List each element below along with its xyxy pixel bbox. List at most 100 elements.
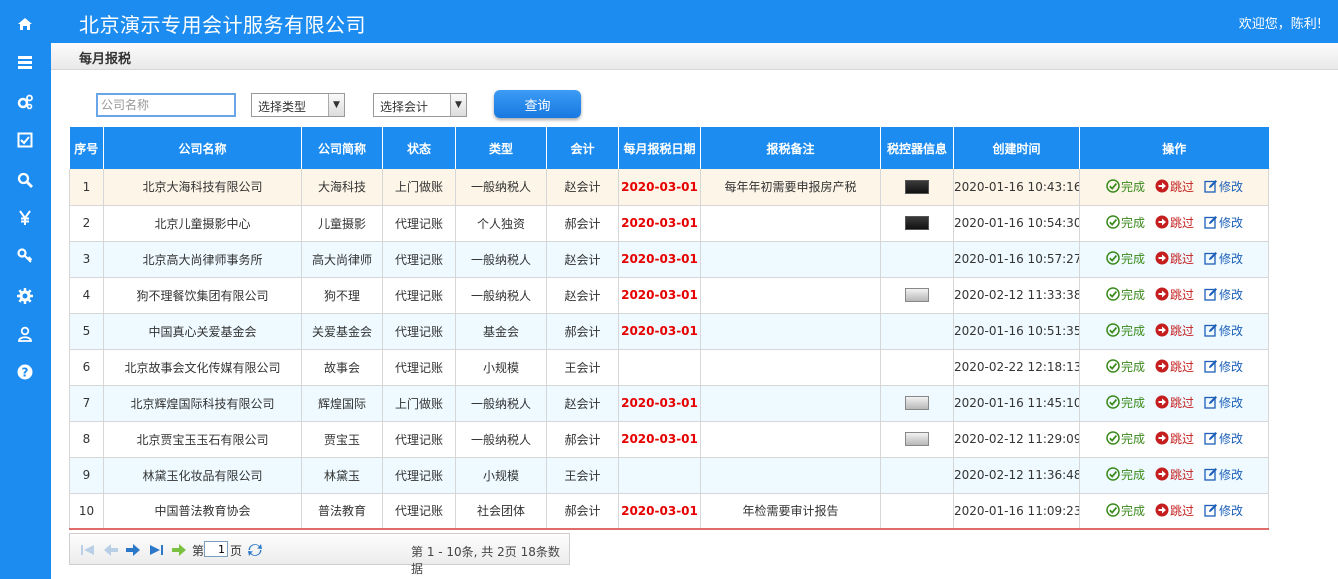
column-header: 创建时间 <box>953 127 1080 169</box>
last-page-icon[interactable] <box>148 543 164 557</box>
edit-label: 修改 <box>1219 251 1244 266</box>
page-number-input[interactable] <box>204 541 228 557</box>
complete-button[interactable]: 完成 <box>1106 286 1145 303</box>
skip-button[interactable]: 跳过 <box>1155 394 1194 411</box>
top-bar: 北京演示专用会计服务有限公司 欢迎您，陈利! <box>51 0 1338 43</box>
type-select[interactable]: 选择类型 ▼ <box>251 93 345 117</box>
company-short-cell: 大海科技 <box>301 169 383 206</box>
list-icon[interactable] <box>14 52 36 72</box>
complete-label: 完成 <box>1121 287 1146 302</box>
complete-button[interactable]: 完成 <box>1106 250 1145 267</box>
tax-device-cell <box>880 349 954 386</box>
skip-button[interactable]: 跳过 <box>1155 466 1194 483</box>
tax-note-cell: 每年年初需要申报房产税 <box>700 169 881 206</box>
chevron-down-icon[interactable]: ▼ <box>450 94 466 116</box>
key-icon[interactable] <box>14 246 36 266</box>
skip-button[interactable]: 跳过 <box>1155 322 1194 339</box>
complete-label: 完成 <box>1121 323 1146 338</box>
company-name-input[interactable] <box>96 93 236 117</box>
tax-device-image[interactable] <box>905 396 929 411</box>
arrow-circle-icon <box>1155 215 1169 229</box>
tax-note-cell <box>700 457 881 494</box>
row-number: 5 <box>69 313 104 350</box>
complete-button[interactable]: 完成 <box>1106 178 1145 195</box>
skip-button[interactable]: 跳过 <box>1155 286 1194 303</box>
tax-device-image[interactable] <box>905 432 929 447</box>
edit-button[interactable]: 修改 <box>1204 358 1243 375</box>
checklist-icon[interactable] <box>14 130 36 150</box>
skip-button[interactable]: 跳过 <box>1155 214 1194 231</box>
complete-button[interactable]: 完成 <box>1106 466 1145 483</box>
table-row[interactable]: 1 北京大海科技有限公司 大海科技 上门做账 一般纳税人 赵会计 2020-03-01 每年年… <box>69 169 1269 206</box>
company-short-cell: 普法教育 <box>301 493 383 530</box>
tax-device-image[interactable] <box>905 288 929 303</box>
skip-button[interactable]: 跳过 <box>1155 502 1194 519</box>
edit-icon <box>1204 503 1218 517</box>
tax-date-cell: 2020-03-01 <box>618 205 701 242</box>
go-page-icon[interactable] <box>171 543 187 557</box>
arrow-circle-icon <box>1155 359 1169 373</box>
yen-icon[interactable] <box>14 208 36 228</box>
edit-button[interactable]: 修改 <box>1204 430 1243 447</box>
created-time-cell: 2020-02-12 11:36:48 <box>953 457 1080 494</box>
edit-button[interactable]: 修改 <box>1204 466 1243 483</box>
edit-icon <box>1204 323 1218 337</box>
next-page-icon[interactable] <box>125 543 141 557</box>
skip-button[interactable]: 跳过 <box>1155 430 1194 447</box>
edit-button[interactable]: 修改 <box>1204 214 1243 231</box>
edit-button[interactable]: 修改 <box>1204 286 1243 303</box>
edit-button[interactable]: 修改 <box>1204 394 1243 411</box>
complete-label: 完成 <box>1121 251 1146 266</box>
edit-button[interactable]: 修改 <box>1204 250 1243 267</box>
table-row[interactable]: 3 北京高大尚律师事务所 高大尚律师 代理记账 一般纳税人 赵会计 2020-03-01 20… <box>69 241 1269 278</box>
table-row[interactable]: 2 北京儿童摄影中心 儿童摄影 代理记账 个人独资 郝会计 2020-03-01 2020-0… <box>69 205 1269 242</box>
edit-icon <box>1204 467 1218 481</box>
tax-date-cell <box>618 349 701 386</box>
table-row[interactable]: 4 狗不理餐饮集团有限公司 狗不理 代理记账 一般纳税人 赵会计 2020-03-01 202… <box>69 277 1269 314</box>
table-row[interactable]: 8 北京贾宝玉玉石有限公司 贾宝玉 代理记账 一般纳税人 郝会计 2020-03-01 202… <box>69 421 1269 458</box>
edit-icon <box>1204 251 1218 265</box>
created-time-cell: 2020-01-16 10:51:35 <box>953 313 1080 350</box>
column-header: 税控器信息 <box>880 127 954 169</box>
skip-button[interactable]: 跳过 <box>1155 250 1194 267</box>
table-row[interactable]: 9 林黛玉化妆品有限公司 林黛玉 代理记账 小规模 王会计 2020-02-12 11:36… <box>69 457 1269 494</box>
complete-button[interactable]: 完成 <box>1106 358 1145 375</box>
table-row[interactable]: 6 北京故事会文化传媒有限公司 故事会 代理记账 小规模 王会计 2020-02-22 12… <box>69 349 1269 386</box>
refresh-icon[interactable] <box>247 543 263 557</box>
complete-button[interactable]: 完成 <box>1106 430 1145 447</box>
first-page-icon[interactable] <box>80 543 96 557</box>
complete-button[interactable]: 完成 <box>1106 394 1145 411</box>
skip-button[interactable]: 跳过 <box>1155 358 1194 375</box>
skip-button[interactable]: 跳过 <box>1155 178 1194 195</box>
accountant-cell: 郝会计 <box>546 205 619 242</box>
table-row[interactable]: 5 中国真心关爱基金会 关爱基金会 代理记账 基金会 郝会计 2020-03-01 2020-… <box>69 313 1269 350</box>
complete-button[interactable]: 完成 <box>1106 322 1145 339</box>
complete-button[interactable]: 完成 <box>1106 214 1145 231</box>
row-number: 10 <box>69 493 104 530</box>
help-icon[interactable]: ? <box>14 362 36 382</box>
company-name: 北京演示专用会计服务有限公司 <box>79 13 366 37</box>
user-icon[interactable] <box>14 324 36 344</box>
tax-device-image[interactable] <box>905 180 929 194</box>
edit-icon <box>1204 359 1218 373</box>
gear-icon[interactable] <box>14 286 36 306</box>
created-time-cell: 2020-02-12 11:33:38 <box>953 277 1080 314</box>
company-name-cell: 北京高大尚律师事务所 <box>103 241 302 278</box>
tax-device-image[interactable] <box>905 216 929 231</box>
edit-button[interactable]: 修改 <box>1204 502 1243 519</box>
table-row[interactable]: 10 中国普法教育协会 普法教育 代理记账 社会团体 郝会计 2020-03-01 年检需要审… <box>69 493 1269 530</box>
search-icon[interactable] <box>14 170 36 190</box>
home-icon[interactable] <box>14 14 36 34</box>
prev-page-icon[interactable] <box>103 543 119 557</box>
chevron-down-icon[interactable]: ▼ <box>328 94 344 116</box>
arrow-circle-icon <box>1155 251 1169 265</box>
table-row[interactable]: 7 北京辉煌国际科技有限公司 辉煌国际 上门做账 一般纳税人 赵会计 2020-03-01 2… <box>69 385 1269 422</box>
edit-button[interactable]: 修改 <box>1204 178 1243 195</box>
query-button[interactable]: 查询 <box>494 90 581 118</box>
tax-device-cell <box>880 421 954 458</box>
accountant-select[interactable]: 选择会计 ▼ <box>373 93 467 117</box>
edit-button[interactable]: 修改 <box>1204 322 1243 339</box>
row-number: 7 <box>69 385 104 422</box>
complete-button[interactable]: 完成 <box>1106 502 1145 519</box>
edit-label: 修改 <box>1219 395 1244 410</box>
